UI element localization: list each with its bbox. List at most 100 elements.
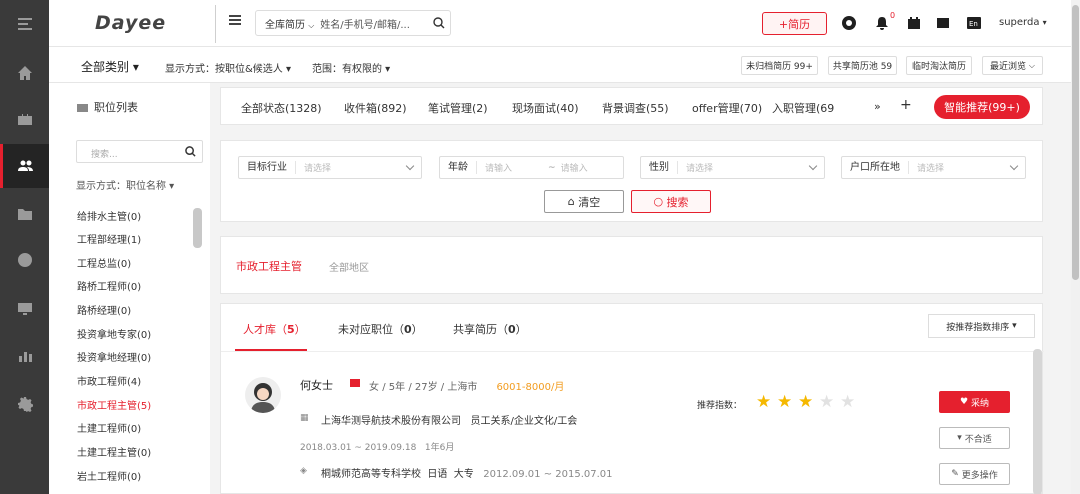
job-item[interactable]: 路桥经理(0) — [77, 302, 131, 317]
notification-count: 0 — [890, 11, 896, 20]
graduation-cap-icon: ◈ — [300, 466, 307, 476]
candidate-basic: 女 / 5年 / 27岁 / 上海市 6001-8000/月 — [369, 382, 565, 393]
d-logo-icon[interactable] — [842, 16, 856, 30]
tab-all-status[interactable]: 全部状态(1328) — [241, 100, 322, 116]
job-list-scrollbar[interactable] — [193, 208, 202, 248]
tab-onsite-interview[interactable]: 现场面试(40) — [512, 100, 579, 116]
job-item[interactable]: 给排水主管(0) — [77, 208, 141, 223]
job-item[interactable]: 岩土工程师(0) — [77, 468, 141, 483]
hukou-select[interactable]: 户口所在地 请选择 — [841, 156, 1026, 179]
menu-toggle-icon[interactable] — [0, 2, 49, 46]
accept-button[interactable]: ♥ 采纳 — [939, 391, 1010, 413]
chevron-down-icon — [405, 161, 415, 171]
job-item[interactable]: 路桥工程师(0) — [77, 278, 141, 293]
hamburger-icon[interactable] — [229, 15, 241, 25]
job-item[interactable]: 投资拿地专家(0) — [77, 326, 151, 341]
job-item[interactable]: 土建工程师(0) — [77, 420, 141, 435]
users-icon[interactable] — [0, 144, 49, 188]
language-icon[interactable]: En — [967, 16, 981, 30]
page-scroll-thumb[interactable] — [1072, 5, 1079, 280]
mail-icon — [350, 379, 360, 387]
search-icon[interactable] — [428, 17, 450, 29]
tab-inbox[interactable]: 收件箱(892) — [344, 100, 407, 116]
tab-onboarding[interactable]: 入职管理(69 — [772, 100, 845, 116]
bell-icon[interactable] — [875, 16, 889, 30]
job-item-selected[interactable]: 市政工程主管(5) — [77, 397, 151, 412]
add-tab-icon[interactable]: + — [900, 97, 912, 113]
work-period: 2018.03.01 ~ 2019.09.18 1年6月 — [300, 443, 455, 453]
star-empty-icon: ★ — [840, 392, 856, 412]
tab-offer[interactable]: offer管理(70) — [692, 100, 762, 116]
shared-pool-button[interactable]: 共享简历池 59 — [828, 56, 897, 75]
header-divider — [215, 5, 216, 43]
tab-written-test[interactable]: 笔试管理(2) — [428, 100, 488, 116]
category-dropdown[interactable]: 全部类别 ▾ — [81, 58, 139, 75]
edit-icon: ✎ — [951, 469, 959, 479]
tabs-divider — [221, 351, 1044, 352]
star-filled-icon: ★ — [798, 392, 814, 412]
monitor-icon[interactable] — [0, 287, 49, 331]
double-chevron-right-icon[interactable]: » — [874, 100, 881, 113]
app-rail — [0, 0, 49, 494]
gear-icon[interactable] — [0, 382, 49, 426]
smart-recommend-button[interactable]: 智能推荐(99+) — [934, 95, 1030, 119]
candidate-company: 上海华测导航技术股份有限公司 员工关系/企业文化/工会 — [321, 416, 578, 427]
job-item[interactable]: 工程部经理(1) — [77, 231, 141, 246]
tab-background-check[interactable]: 背景调查(55) — [602, 100, 669, 116]
sort-dropdown[interactable]: 按推荐指数排序 ▾ — [928, 314, 1035, 338]
star-filled-icon: ★ — [756, 392, 772, 412]
display-mode-dropdown[interactable]: 显示方式：按职位&候选人 ▾ — [165, 60, 291, 75]
folder-icon[interactable] — [0, 192, 49, 236]
area-filter[interactable]: 全部地区 — [329, 259, 369, 274]
eraser-icon: ⌂ — [567, 195, 575, 208]
calendar-icon[interactable] — [907, 16, 921, 30]
recent-browse-button[interactable]: 最近浏览 ⌵ — [982, 56, 1043, 75]
star-filled-icon: ★ — [777, 392, 793, 412]
industry-select[interactable]: 目标行业 请选择 — [238, 156, 422, 179]
tab-talent-pool[interactable]: 人才库（5） — [243, 321, 306, 337]
job-display-mode[interactable]: 显示方式：职位名称 ▾ — [76, 177, 174, 192]
tab-unmatched[interactable]: 未对应职位（0） — [338, 321, 423, 337]
global-search[interactable]: 全库简历 ⌵ 姓名/手机号/邮箱/... — [255, 10, 451, 36]
inbox-icon[interactable] — [936, 16, 950, 30]
job-item[interactable]: 土建工程主管(0) — [77, 444, 151, 459]
job-location-bar: 市政工程主管 全部地区 — [220, 236, 1043, 294]
more-actions-button[interactable]: ✎ 更多操作 — [939, 463, 1010, 485]
star-empty-icon: ★ — [819, 392, 835, 412]
search-scope-select[interactable]: 全库简历 ⌵ — [256, 16, 320, 31]
job-search-input[interactable]: 搜索... — [76, 140, 203, 163]
brand-logo[interactable]: Dayee — [95, 12, 166, 34]
avatar[interactable] — [245, 377, 281, 413]
scope-dropdown[interactable]: 范围：有权限的 ▾ — [312, 60, 390, 75]
globe-icon[interactable] — [0, 238, 49, 282]
job-item[interactable]: 投资拿地经理(0) — [77, 349, 151, 364]
age-range[interactable]: 年龄 请输入 ~ 请输入 — [439, 156, 624, 179]
results-scrollbar[interactable] — [1033, 349, 1042, 494]
search-input[interactable]: 姓名/手机号/邮箱/... — [320, 16, 428, 31]
unarchived-resumes-button[interactable]: 未归档简历 99+ — [741, 56, 818, 75]
candidate-name[interactable]: 何女士 — [300, 377, 333, 393]
new-resume-button[interactable]: +简历 — [762, 12, 827, 35]
briefcase-icon[interactable] — [0, 97, 49, 141]
gender-select[interactable]: 性别 请选择 — [640, 156, 825, 179]
monitor-icon — [77, 104, 88, 112]
chevron-down-icon — [1009, 161, 1019, 171]
page-scrollbar[interactable] — [1071, 0, 1080, 494]
recommend-label: 推荐指数： — [697, 401, 743, 411]
reject-button[interactable]: ▾ 不合适 — [939, 427, 1010, 449]
temp-eliminated-button[interactable]: 临时淘汰简历 — [906, 56, 972, 75]
filter-panel: 目标行业 请选择 年龄 请输入 ~ 请输入 性别 请选择 户口所在地 请选择 ⌂ 清空 ○ … — [220, 140, 1043, 222]
current-job[interactable]: 市政工程主管 — [236, 258, 302, 274]
heart-icon: ♥ — [960, 397, 969, 407]
status-tabs: 全部状态(1328) 收件箱(892) 笔试管理(2) 现场面试(40) 背景调… — [220, 87, 1043, 125]
job-item[interactable]: 市政工程师(4) — [77, 373, 141, 388]
tab-shared[interactable]: 共享简历（0） — [453, 321, 527, 337]
clear-button[interactable]: ⌂ 清空 — [544, 190, 624, 213]
search-button[interactable]: ○ 搜索 — [631, 190, 711, 213]
chevron-down-icon — [808, 161, 818, 171]
job-item[interactable]: 工程总监(0) — [77, 255, 131, 270]
top-header: Dayee 全库简历 ⌵ 姓名/手机号/邮箱/... +简历 0 En supe… — [49, 0, 1071, 47]
home-icon[interactable] — [0, 51, 49, 95]
bar-chart-icon[interactable] — [0, 334, 49, 378]
user-menu[interactable]: superda ▾ — [999, 17, 1047, 28]
